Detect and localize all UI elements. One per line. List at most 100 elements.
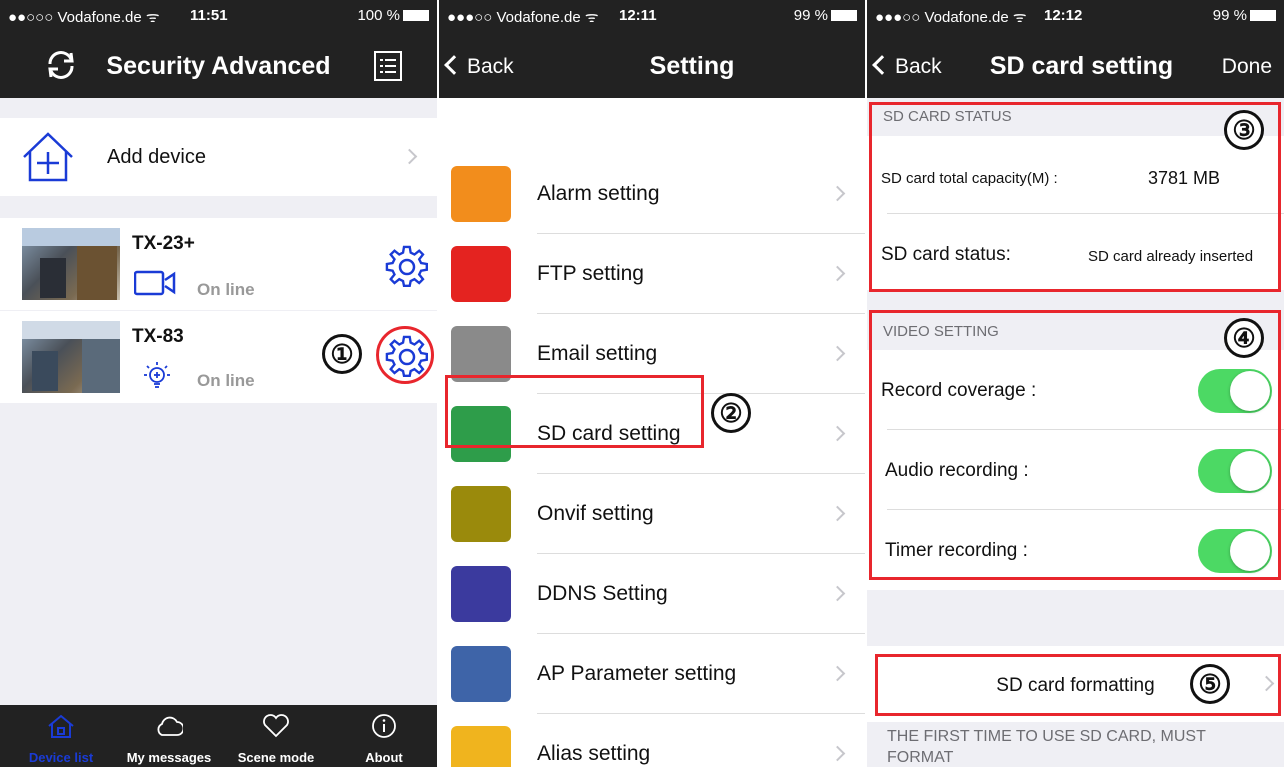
device-row[interactable]: TX-83 On line xyxy=(0,311,437,403)
list-icon[interactable] xyxy=(372,50,404,82)
section-header: SD CARD STATUS xyxy=(883,108,1012,125)
back-button[interactable]: Back xyxy=(444,55,514,79)
chevron-right-icon xyxy=(829,745,846,762)
chevron-right-icon xyxy=(829,265,846,282)
setting-screen: Device time settingAlarm settingFTP sett… xyxy=(439,0,865,767)
page-title: Setting xyxy=(649,52,735,80)
chevron-right-icon xyxy=(829,585,846,602)
capacity-row: SD card total capacity(M) : 3781 MB xyxy=(867,136,1284,214)
toggle-label: Timer recording : xyxy=(885,540,1028,561)
record-coverage-toggle[interactable] xyxy=(1198,369,1272,413)
device-name: TX-23+ xyxy=(132,233,195,254)
clock: 12:11 xyxy=(619,7,657,24)
battery-icon xyxy=(831,10,857,21)
setting-icon xyxy=(451,566,511,622)
status-value: SD card already inserted xyxy=(1088,248,1254,265)
back-label: Back xyxy=(467,55,514,78)
step-marker: ③ xyxy=(1224,110,1264,150)
setting-label: Alias setting xyxy=(537,742,651,765)
status-label: SD card status: xyxy=(881,244,1011,265)
battery-percent: 100 % xyxy=(357,7,400,24)
setting-icon xyxy=(451,646,511,702)
nav-bar: Security Advanced xyxy=(0,30,437,98)
device-name: TX-83 xyxy=(132,326,184,347)
capacity-label: SD card total capacity(M) : xyxy=(881,170,1058,187)
chevron-left-icon xyxy=(444,55,464,75)
clock: 12:12 xyxy=(1044,7,1083,24)
setting-icon xyxy=(451,166,511,222)
toggle-label: Record coverage : xyxy=(881,380,1037,401)
capacity-value: 3781 MB xyxy=(1148,168,1221,188)
setting-item[interactable]: Email setting xyxy=(439,314,865,394)
device-status: On line xyxy=(197,371,255,390)
battery-indicator: 100 % xyxy=(357,7,429,24)
setting-item[interactable]: SD card setting xyxy=(439,394,865,474)
add-home-icon xyxy=(23,132,73,182)
status-row: SD card status: SD card already inserted xyxy=(867,214,1284,290)
setting-item[interactable]: DDNS Setting xyxy=(439,554,865,634)
setting-item[interactable]: Alias setting xyxy=(439,714,865,767)
setting-label: SD card setting xyxy=(537,422,681,445)
video-setting-group: Record coverage : Audio recording : Time… xyxy=(867,350,1284,590)
tab-label: Device list xyxy=(28,750,94,765)
battery-indicator: 99 % xyxy=(1213,7,1276,24)
tab-label: About xyxy=(365,750,403,765)
gear-icon[interactable] xyxy=(385,245,429,289)
setting-icon xyxy=(451,246,511,302)
add-device-row[interactable]: Add device xyxy=(0,118,437,196)
step-marker: ② xyxy=(711,393,751,433)
step-marker: ⑤ xyxy=(1190,664,1230,704)
footer-note: THE FIRST TIME TO USE SD CARD, MUST FORM… xyxy=(887,728,1206,766)
bulb-icon xyxy=(144,362,170,388)
sd-status-group: SD card total capacity(M) : 3781 MB SD c… xyxy=(867,136,1284,290)
battery-icon xyxy=(1250,10,1276,21)
setting-icon xyxy=(451,326,511,382)
timer-recording-row: Timer recording : xyxy=(867,510,1284,590)
battery-percent: 99 % xyxy=(1212,7,1247,24)
tab-bar: Device list My messages Scene mode About xyxy=(0,705,437,767)
chevron-right-icon xyxy=(829,505,846,522)
nav-bar: Back Setting xyxy=(439,30,865,98)
audio-recording-toggle[interactable] xyxy=(1198,449,1272,493)
done-button[interactable]: Done xyxy=(1222,55,1272,79)
tab-my-messages[interactable]: My messages xyxy=(118,705,220,767)
device-list-screen: ●●○○○ Vodafone.de ᯤ 11:51 100 % Security… xyxy=(0,0,437,767)
chevron-right-icon xyxy=(829,425,846,442)
battery-percent: 99 % xyxy=(793,7,828,24)
camera-thumbnail xyxy=(22,228,120,300)
clock: 11:51 xyxy=(190,7,228,24)
step-marker: ① xyxy=(322,334,362,374)
timer-recording-toggle[interactable] xyxy=(1198,529,1272,573)
setting-label: AP Parameter setting xyxy=(537,662,737,685)
setting-icon xyxy=(451,486,511,542)
setting-item[interactable]: Alarm setting xyxy=(439,154,865,234)
status-bar: ●●●○○ Vodafone.de ᯤ 12:12 99 % xyxy=(867,0,1284,30)
setting-item[interactable]: FTP setting xyxy=(439,234,865,314)
tab-label: Scene mode xyxy=(237,750,315,765)
tab-device-list[interactable]: Device list xyxy=(18,705,104,767)
carrier-label: ●●●○○ Vodafone.de ᯤ xyxy=(875,9,1027,26)
gear-icon[interactable] xyxy=(385,335,429,379)
device-row[interactable]: TX-23+ On line xyxy=(0,218,437,310)
tab-scene-mode[interactable]: Scene mode xyxy=(226,705,326,767)
chevron-right-icon xyxy=(401,148,418,165)
chevron-right-icon xyxy=(829,345,846,362)
home-icon xyxy=(48,714,74,738)
setting-item[interactable]: AP Parameter setting xyxy=(439,634,865,714)
battery-icon xyxy=(403,10,429,21)
camera-icon xyxy=(134,270,176,296)
setting-label: DDNS Setting xyxy=(537,582,668,605)
setting-icon xyxy=(451,726,511,767)
tab-label: My messages xyxy=(126,750,212,765)
carrier-label: ●●●○○ Vodafone.de ᯤ xyxy=(447,9,599,26)
setting-item[interactable]: Onvif setting xyxy=(439,474,865,554)
cloud-icon xyxy=(157,716,183,736)
audio-recording-row: Audio recording : xyxy=(867,430,1284,510)
status-bar: ●●●○○ Vodafone.de ᯤ 12:11 99 % xyxy=(439,0,865,30)
tab-about[interactable]: About xyxy=(342,705,426,767)
info-icon xyxy=(372,714,396,738)
device-status: On line xyxy=(197,280,255,299)
setting-label: Alarm setting xyxy=(537,182,660,205)
nav-bar: Back SD card setting Done xyxy=(867,30,1284,98)
setting-label: FTP setting xyxy=(537,262,644,285)
